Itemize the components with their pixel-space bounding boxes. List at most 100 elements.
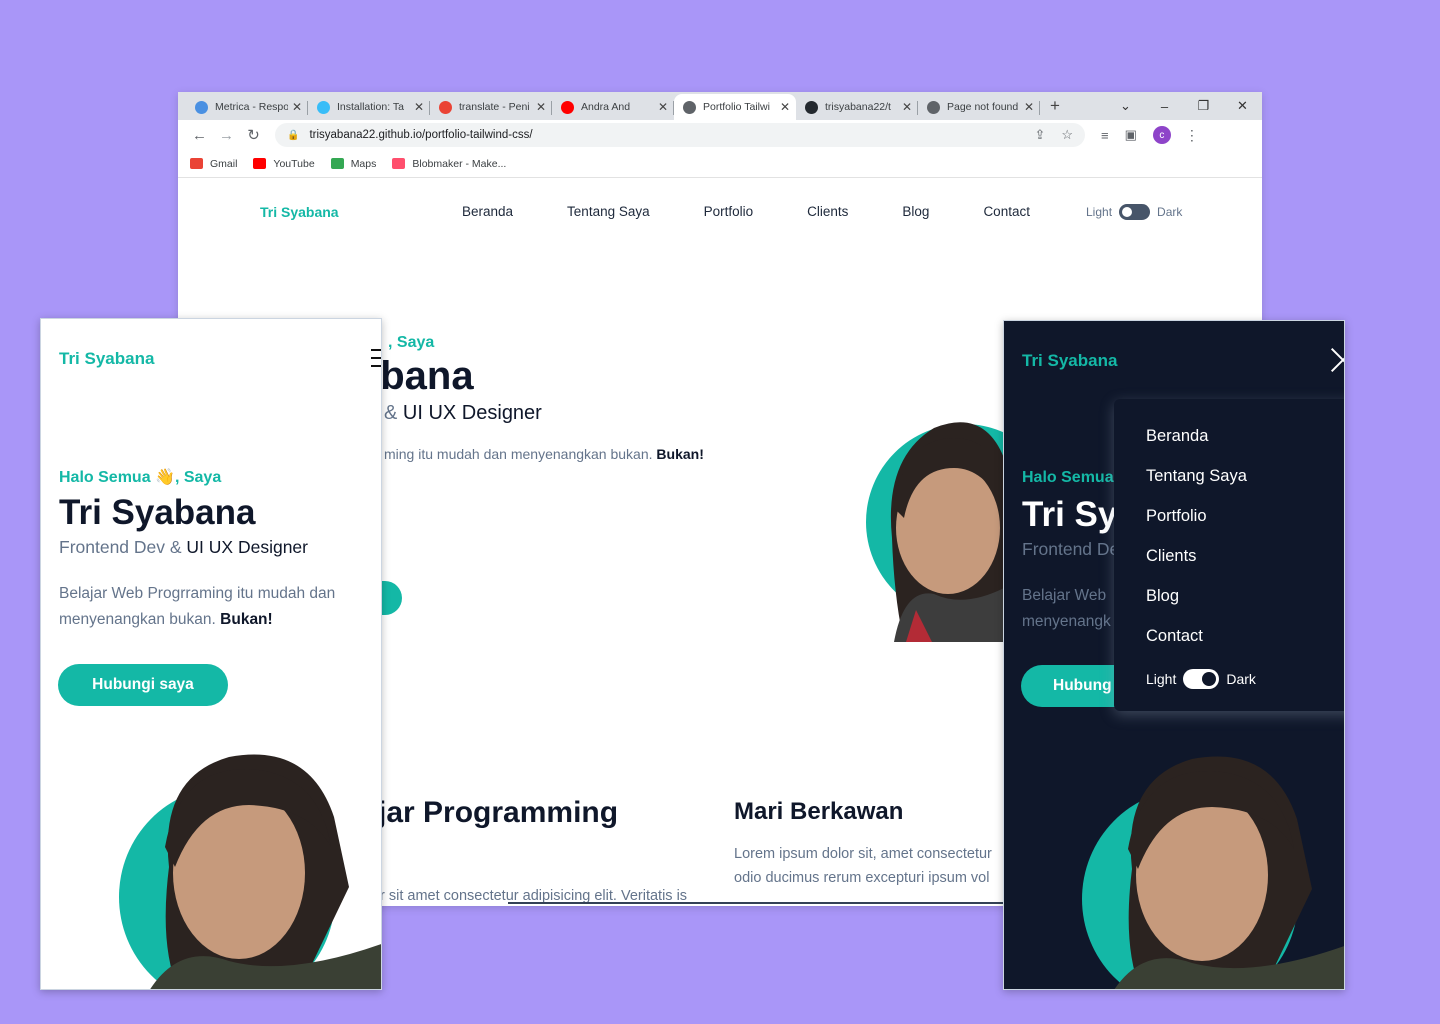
tab-favicon-icon [317,100,330,114]
tab-close-icon[interactable]: ✕ [902,100,912,114]
mobile-role-prefix: Frontend Dev & [59,537,187,557]
tab-close-icon[interactable]: ✕ [292,100,302,114]
tab-favicon-icon [805,100,818,114]
reading-list-icon[interactable]: ≡ [1101,128,1109,143]
tab-search-icon[interactable]: ⌄ [1106,98,1145,114]
tab-close-icon[interactable]: ✕ [780,100,790,114]
site-logo[interactable]: Tri Syabana [260,204,339,220]
bookmark-label: YouTube [273,157,315,170]
bookmark-item[interactable]: Gmail [190,158,237,170]
tab-favicon-icon [927,100,940,114]
minimize-button[interactable]: – [1145,99,1184,114]
menu-item-tentang-saya[interactable]: Tentang Saya [1146,467,1344,507]
mobile-description: Belajar Web Progrraming itu mudah dan me… [59,581,369,633]
bookmark-label: Blobmaker - Make... [412,157,507,170]
mobile-dark-role: Frontend De [1022,539,1120,559]
mobile-desc-bold: Bukan! [220,611,273,628]
theme-dark-label: Dark [1157,205,1183,219]
tab-strip: Metrica - Respo ✕ Installation: Ta ✕ transla… [178,92,1262,120]
tab-title: Installation: Ta [337,101,404,113]
mobile-dark-hero-photo [1082,756,1344,989]
menu-item-clients[interactable]: Clients [1146,547,1344,587]
mobile-role: Frontend Dev & UI UX Designer [59,537,308,558]
hero-role-amp: & [384,402,403,424]
bookmark-favicon-icon [392,158,406,169]
browser-tab[interactable]: Andra And ✕ [552,94,674,120]
tab-close-icon[interactable]: ✕ [658,100,668,114]
mobile-desc-text: Belajar Web Progrraming itu mudah dan me… [59,585,336,628]
mobile-logo[interactable]: Tri Syabana [59,349,154,369]
tab-title: Metrica - Respo [215,101,288,113]
window-controls: ⌄ – ❐ ✕ [1106,92,1262,120]
toolbar: ← → ↻ 🔒 trisyabana22.github.io/portfolio… [178,120,1262,150]
tab-title: Andra And [581,101,631,113]
tab-favicon-icon [195,100,208,114]
nav-link-contact[interactable]: Contact [983,204,1030,219]
menu-item-contact[interactable]: Contact [1146,627,1344,667]
contact-button[interactable]: Hubungi saya [58,664,228,706]
browser-tab[interactable]: Page not found ✕ [918,94,1040,120]
profile-avatar[interactable]: c [1152,126,1171,144]
browser-tab[interactable]: translate - Peni ✕ [430,94,552,120]
hero-desc-text: ming itu mudah dan menyenangkan bukan. [384,446,657,462]
nav-link-clients[interactable]: Clients [807,204,848,219]
tab-close-icon[interactable]: ✕ [536,100,546,114]
mobile-dark-logo[interactable]: Tri Syabana [1022,351,1117,371]
menu-item-portfolio[interactable]: Portfolio [1146,507,1344,547]
browser-tab[interactable]: trisyabana22/t ✕ [796,94,918,120]
theme-light-label: Light [1086,205,1113,219]
close-menu-icon[interactable] [1330,347,1344,373]
browser-tab[interactable]: Metrica - Respo ✕ [186,94,308,120]
mobile-light-preview: Tri Syabana Halo Semua 👋, Saya Tri Syaba… [40,318,382,990]
mobile-dark-name: Tri Sy [1022,495,1118,534]
mobile-greeting: Halo Semua 👋, Saya [59,469,222,486]
menu-kebab-icon[interactable]: ⋮ [1185,127,1199,144]
bookmark-label: Maps [350,157,377,170]
section-programming-title: jar Programming [378,796,619,829]
nav-link-beranda[interactable]: Beranda [462,204,513,219]
close-window-button[interactable]: ✕ [1223,98,1262,114]
bookmark-item[interactable]: Maps [330,157,377,170]
bookmark-favicon-icon [330,158,344,169]
tab-favicon-icon [561,100,574,114]
back-icon[interactable]: ← [186,127,213,144]
theme-toggle: Light Dark [1086,204,1182,220]
url-text[interactable]: trisyabana22.github.io/portfolio-tailwin… [309,129,1018,141]
tab-favicon-icon [683,100,696,114]
menu-item-beranda[interactable]: Beranda [1146,427,1344,467]
bookmark-favicon-icon [253,158,267,169]
browser-tab[interactable]: Portfolio Tailwi ✕ [674,94,796,120]
tab-title: Page not found [947,101,1019,113]
share-icon[interactable]: ⇪ [1034,127,1045,143]
dark-mode-switch[interactable] [1119,204,1151,220]
forward-icon[interactable]: → [213,127,240,144]
section-berkawan-title: Mari Berkawan [734,798,904,825]
berkawan-text-line1: Lorem ipsum dolor sit, amet consectetur [734,846,992,862]
desktop-nav: Beranda Tentang Saya Portfolio Clients Blog C… [462,204,1084,219]
tab-close-icon[interactable]: ✕ [414,100,424,114]
hamburger-icon[interactable] [371,349,381,373]
lock-icon[interactable]: 🔒 [287,130,299,141]
menu-dark-mode-switch[interactable] [1183,669,1220,689]
reload-icon[interactable]: ↻ [240,126,267,144]
tab-title: Portfolio Tailwi [703,101,770,113]
address-bar[interactable]: 🔒 trisyabana22.github.io/portfolio-tailw… [275,123,1085,147]
new-tab-button[interactable]: + [1050,96,1060,116]
nav-link-blog[interactable]: Blog [902,204,929,219]
bookmark-item[interactable]: YouTube [253,157,315,170]
mobile-hero-photo [119,754,381,989]
menu-item-blog[interactable]: Blog [1146,587,1344,627]
browser-tab[interactable]: Installation: Ta ✕ [308,94,430,120]
hero-greeting: , Saya [388,334,435,351]
nav-link-tentang-saya[interactable]: Tentang Saya [567,204,650,219]
menu-dark-label: Dark [1226,671,1256,687]
bookmark-item[interactable]: Blobmaker - Make... [392,158,506,170]
section-berkawan-text: Lorem ipsum dolor sit, amet consectetur … [734,842,1034,890]
menu-theme-toggle: Light Dark [1146,669,1344,689]
nav-link-portfolio[interactable]: Portfolio [704,204,754,219]
tab-close-icon[interactable]: ✕ [1024,100,1034,114]
tab-favicon-icon [439,100,452,114]
side-panel-icon[interactable]: ▣ [1125,127,1137,143]
restore-button[interactable]: ❐ [1184,98,1223,114]
bookmark-star-icon[interactable]: ☆ [1061,127,1073,143]
